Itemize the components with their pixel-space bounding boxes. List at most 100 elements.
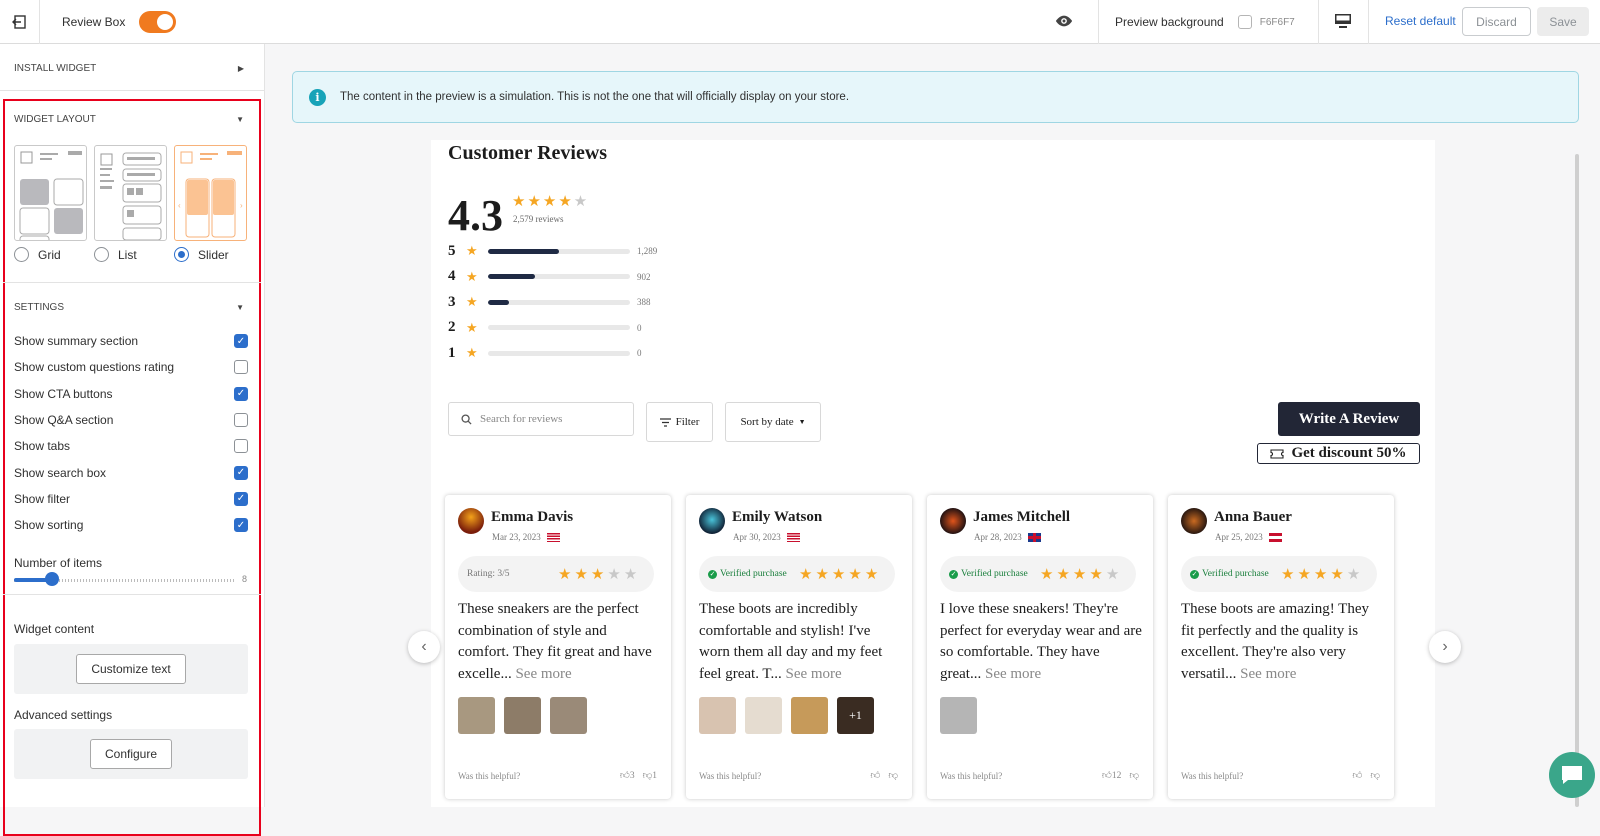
layout-radio-slider[interactable]: Slider [174, 247, 229, 262]
filter-button[interactable]: Filter [646, 402, 713, 442]
layout-slider-card[interactable]: ‹ › [174, 145, 247, 241]
setting-row[interactable]: Show sorting ✓ [14, 518, 248, 533]
setting-row[interactable]: Show tabs [14, 439, 248, 454]
layout-radio-grid[interactable]: Grid [14, 247, 61, 262]
preview-eye-button[interactable] [1055, 12, 1073, 33]
rating-bar-row[interactable]: 2 ★ 0 [448, 319, 642, 337]
layout-list-card[interactable] [94, 145, 167, 241]
setting-row[interactable]: Show Q&A section [14, 412, 248, 427]
thumbs-down-button[interactable]: 👎︎ [1129, 769, 1139, 781]
thumbs-down-button[interactable]: 👎︎ [1370, 769, 1380, 781]
rating-bar-track [488, 350, 630, 356]
install-widget-section[interactable]: INSTALL WIDGET ▶ [14, 63, 244, 74]
eye-icon [1055, 15, 1073, 27]
avatar [458, 508, 484, 534]
review-photo[interactable] [550, 697, 587, 734]
thumbs-up-button[interactable]: 👍︎ [1352, 769, 1362, 781]
review-body: I love these sneakers! They're perfect f… [940, 599, 1142, 685]
search-box[interactable]: Search for reviews [448, 402, 634, 436]
review-rating-pill: ✓ Verified purchase ★★★★★ [1181, 556, 1377, 592]
discard-button[interactable]: Discard [1462, 7, 1531, 36]
checkbox-checked-icon[interactable]: ✓ [234, 465, 248, 480]
review-card[interactable]: Emma Davis Mar 23, 2023 Rating: 3/5 ★★★★★ Th… [445, 495, 671, 799]
review-photo[interactable] [791, 697, 828, 734]
setting-row[interactable]: Show search box ✓ [14, 465, 248, 480]
checkbox-icon[interactable] [234, 412, 248, 427]
review-card[interactable]: James Mitchell Apr 28, 2023 ✓ Verified purc… [927, 495, 1153, 799]
settings-section[interactable]: SETTINGS ▼ [14, 302, 244, 313]
caret-down-icon: ▼ [236, 303, 244, 312]
checkbox-checked-icon[interactable]: ✓ [234, 491, 248, 506]
desktop-view-button[interactable] [1334, 13, 1352, 33]
info-icon: i [309, 88, 326, 106]
divider [3, 282, 261, 283]
review-box-toggle[interactable] [139, 10, 177, 33]
thumbs-up-button[interactable]: 👍︎ [870, 769, 880, 781]
setting-row[interactable]: Show CTA buttons ✓ [14, 386, 248, 401]
see-more-link[interactable]: See more [515, 666, 571, 682]
checkbox-icon[interactable] [234, 360, 248, 375]
review-photo[interactable] [699, 697, 736, 734]
verified-badge: ✓ Verified purchase [708, 569, 787, 579]
checkbox-checked-icon[interactable]: ✓ [234, 518, 248, 533]
exit-icon [11, 14, 26, 29]
review-photo[interactable] [458, 697, 495, 734]
verified-label: Verified purchase [720, 569, 787, 579]
save-button[interactable]: Save [1537, 7, 1589, 36]
thumbs-up-button[interactable]: 👍︎12 [1102, 769, 1121, 781]
review-body: These boots are amazing! They fit perfec… [1181, 599, 1383, 685]
configure-button[interactable]: Configure [89, 739, 173, 769]
review-card[interactable]: Anna Bauer Apr 25, 2023 ✓ Verified purchase… [1168, 495, 1394, 799]
review-body: These boots are incredibly comfortable a… [699, 599, 901, 685]
sort-dropdown[interactable]: Sort by date ▼ [725, 402, 821, 442]
thumbs-up-button[interactable]: 👍︎3 [620, 769, 635, 781]
thumbs-down-button[interactable]: 👎︎ [888, 769, 898, 781]
write-review-button[interactable]: Write A Review [1278, 402, 1420, 436]
items-slider-handle[interactable] [45, 572, 59, 586]
chat-button[interactable] [1549, 752, 1595, 798]
layout-grid-card[interactable] [14, 145, 87, 241]
review-photo[interactable]: +1 [837, 697, 874, 734]
review-photos [458, 697, 596, 734]
reviewer-name: James Mitchell [973, 509, 1071, 525]
customize-text-button[interactable]: Customize text [76, 654, 186, 684]
thumbs-down-button[interactable]: 👎︎1 [643, 769, 657, 781]
rating-bar-count: 1,289 [637, 246, 658, 256]
reset-default-link[interactable]: Reset default [1385, 14, 1456, 28]
see-more-link[interactable]: See more [985, 666, 1041, 682]
see-more-link[interactable]: See more [785, 666, 841, 682]
setting-row[interactable]: Show filter ✓ [14, 491, 248, 506]
checkbox-checked-icon[interactable]: ✓ [234, 386, 248, 401]
rating-bar-row[interactable]: 3 ★ 388 [448, 293, 651, 311]
review-photo[interactable] [940, 697, 977, 734]
setting-row[interactable]: Show custom questions rating [14, 360, 248, 375]
checkbox-icon[interactable] [234, 439, 248, 454]
see-more-link[interactable]: See more [1240, 666, 1296, 682]
exit-button[interactable] [0, 0, 40, 44]
reviewer-name: Emily Watson [732, 509, 823, 525]
review-photo[interactable] [504, 697, 541, 734]
checkbox-checked-icon[interactable]: ✓ [234, 334, 248, 348]
helpful-label: Was this helpful? [1181, 771, 1244, 781]
setting-row[interactable]: Show summary section ✓ [14, 334, 248, 348]
review-date: Mar 23, 2023 [492, 532, 560, 542]
rating-bar-row[interactable]: 4 ★ 902 [448, 268, 651, 286]
verified-label: Verified purchase [1202, 569, 1269, 579]
get-discount-button[interactable]: Get discount 50% [1257, 443, 1420, 464]
widget-layout-section[interactable]: WIDGET LAYOUT ▼ [14, 114, 244, 125]
slider-next-button[interactable]: › [1429, 631, 1461, 663]
rating-bar-row[interactable]: 5 ★ 1,289 [448, 242, 657, 260]
helpful-label: Was this helpful? [458, 771, 521, 781]
rating-bar-row[interactable]: 1 ★ 0 [448, 344, 642, 362]
preview-scrollbar[interactable] [1575, 154, 1579, 807]
review-photo[interactable] [745, 697, 782, 734]
review-card[interactable]: Emily Watson Apr 30, 2023 ✓ Verified purcha… [686, 495, 912, 799]
average-stars: ★★★★★ [512, 194, 588, 210]
layout-radio-list[interactable]: List [94, 247, 137, 262]
rating-bar-count: 388 [637, 297, 651, 307]
rating-bar-star-number: 1 [448, 344, 456, 361]
rating-bar-count: 902 [637, 271, 651, 282]
preview-bg-checkbox[interactable] [1237, 15, 1252, 29]
slider-prev-button[interactable]: ‹ [408, 631, 440, 663]
top-bar: Review Box [0, 0, 1600, 44]
